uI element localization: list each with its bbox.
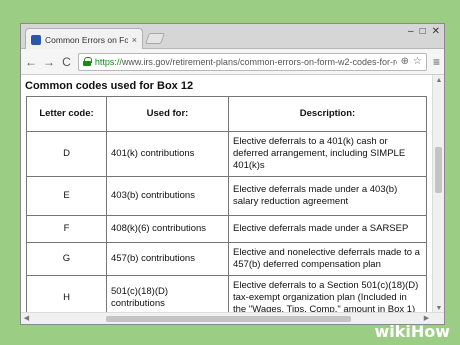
description-cell: Elective deferrals to a Section 501(c)(1… [228,274,427,314]
description-cell: Elective and nonelective deferrals made … [228,241,427,276]
table-row: D 401(k) contributions Elective deferral… [26,131,427,177]
scroll-left-icon[interactable]: ◀ [21,313,32,324]
code-cell: H [26,274,107,314]
irs-favicon-icon [31,34,41,45]
table-header-row: Letter code: Used for: Description: [26,96,427,132]
window-controls: – □ ✕ [408,26,440,37]
tab-title: Common Errors on Form [45,34,128,45]
code-cell: D [26,131,107,177]
lock-icon [82,57,92,66]
page-content: Common codes used for Box 12 Letter code… [21,75,434,314]
url-path: www.irs.gov/retirement-plans/common-erro… [121,56,397,67]
back-button[interactable]: ← [25,56,37,68]
used-for-cell: 408(k)(6) contributions [106,214,229,243]
table-row: H 501(c)(18)(D) contributions Elective d… [26,274,427,314]
code-cell: G [26,241,107,276]
new-tab-button[interactable] [144,33,166,44]
maximize-button[interactable]: □ [420,26,426,37]
tab-strip: Common Errors on Form × – □ ✕ [21,24,444,50]
vertical-scroll-thumb[interactable] [435,147,442,193]
browser-window: Common Errors on Form × – □ ✕ ← → C http… [20,23,445,325]
header-description: Description: [228,96,427,132]
browser-menu-icon[interactable]: ≡ [433,55,440,69]
tab-close-icon[interactable]: × [132,35,137,45]
used-for-cell: 457(b) contributions [106,241,229,276]
table-row: E 403(b) contributions Elective deferral… [26,175,427,216]
scroll-up-icon[interactable]: ▲ [433,75,444,86]
used-for-cell: 401(k) contributions [106,131,229,177]
bookmark-star-icon[interactable]: ☆ [413,56,422,67]
close-window-button[interactable]: ✕ [432,26,440,37]
description-cell: Elective deferrals made under a SARSEP [228,214,427,243]
code-cell: E [26,175,107,216]
page-heading: Common codes used for Box 12 [25,80,194,92]
minimize-button[interactable]: – [408,26,414,37]
header-used-for: Used for: [106,96,229,132]
box12-codes-table: Letter code: Used for: Description: D 40… [26,96,427,314]
code-cell: F [26,214,107,243]
description-cell: Elective deferrals to a 401(k) cash or d… [228,131,427,177]
zoom-icon[interactable]: ⊕ [401,56,409,67]
header-letter-code: Letter code: [26,96,107,132]
wikihow-watermark: wikiHow [374,322,450,341]
used-for-cell: 501(c)(18)(D) contributions [106,274,229,314]
address-bar[interactable]: https://www.irs.gov/retirement-plans/com… [77,52,427,71]
vertical-scrollbar[interactable]: ▲ ▼ [432,75,444,314]
table-row: F 408(k)(6) contributions Elective defer… [26,214,427,243]
table-row: G 457(b) contributions Elective and none… [26,241,427,276]
forward-button[interactable]: → [43,56,55,68]
description-cell: Elective deferrals made under a 403(b) s… [228,175,427,216]
tab-common-errors[interactable]: Common Errors on Form × [25,28,143,50]
used-for-cell: 403(b) contributions [106,175,229,216]
reload-button[interactable]: C [61,56,72,68]
url-text[interactable]: https://www.irs.gov/retirement-plans/com… [95,57,397,67]
horizontal-scroll-thumb[interactable] [106,316,351,322]
url-scheme: https:// [94,56,122,67]
browser-toolbar: ← → C https://www.irs.gov/retirement-pla… [21,49,444,75]
